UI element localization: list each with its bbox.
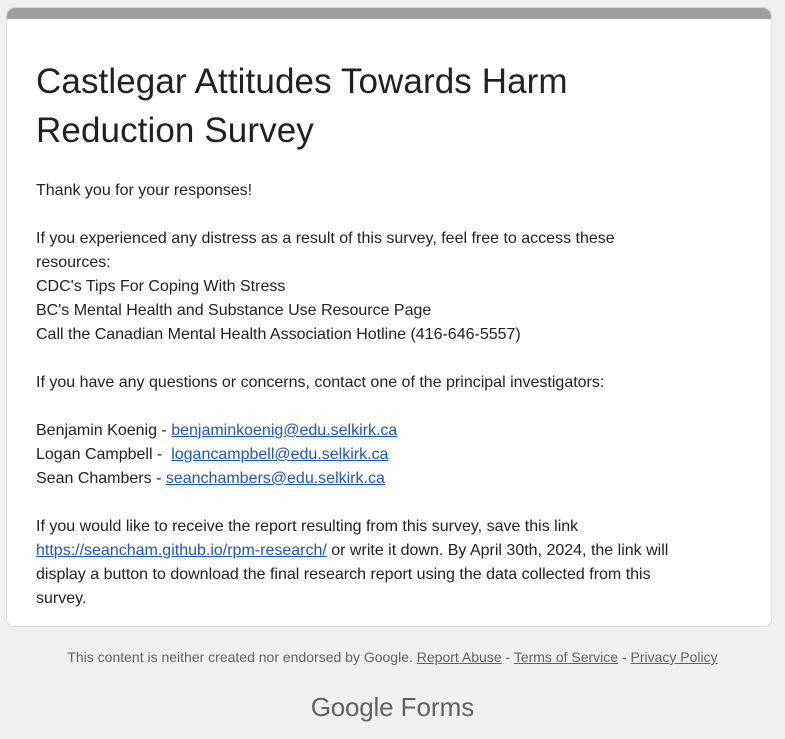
investigator-email-link[interactable]: benjaminkoenig@edu.selkirk.ca [171,422,397,439]
confirmation-card: Castlegar Attitudes Towards Harm Reductio… [6,7,772,627]
report-abuse-link[interactable]: Report Abuse [417,649,502,665]
thanks-text: Thank you for your responses! [36,182,253,199]
investigator-name: Logan Campbell - [36,446,172,463]
form-title-line-1: Castlegar Attitudes Towards Harm [36,62,568,101]
distress-intro-line-1: If you experienced any distress as a res… [36,230,615,247]
distress-intro-line-2: resources: [36,254,111,271]
report-link[interactable]: https://seancham.github.io/rpm-research/ [36,542,327,559]
form-title-line-2: Reduction Survey [36,111,314,150]
card-header-bar [7,8,771,19]
footer-separator: - [501,649,514,665]
investigator-row: Benjamin Koenig - benjaminkoenig@edu.sel… [36,419,742,443]
investigator-email-link[interactable]: logancampbell@edu.selkirk.ca [171,446,388,463]
report-line-1: If you would like to receive the report … [36,518,579,535]
investigator-row: Logan Campbell - logancampbell@edu.selki… [36,443,742,467]
form-title: Castlegar Attitudes Towards Harm Reductio… [36,57,742,155]
investigator-row: Sean Chambers - seanchambers@edu.selkirk… [36,467,742,491]
resource-hotline: Call the Canadian Mental Health Associat… [36,326,521,343]
privacy-policy-link[interactable]: Privacy Policy [631,649,718,665]
investigator-name: Benjamin Koenig - [36,422,172,439]
footer-disclaimer: This content is neither created nor endo… [0,648,785,666]
investigator-name: Sean Chambers - [36,470,166,487]
investigator-email-link[interactable]: seanchambers@edu.selkirk.ca [166,470,385,487]
resource-cdc: CDC's Tips For Coping With Stress [36,278,286,295]
report-line-3: display a button to download the final r… [36,566,651,583]
questions-intro: If you have any questions or concerns, c… [36,374,605,391]
report-after-link: or write it down. By April 30th, 2024, t… [326,542,669,559]
report-line-4: survey. [36,590,87,607]
footer-separator: - [618,649,631,665]
distress-intro: If you experienced any distress as a res… [36,227,742,275]
terms-of-service-link[interactable]: Terms of Service [514,649,618,665]
resource-bc: BC's Mental Health and Substance Use Res… [36,302,432,319]
disclaimer-text: This content is neither created nor endo… [67,649,413,665]
report-paragraph: If you would like to receive the report … [36,515,742,611]
confirmation-message: Thank you for your responses! If you exp… [36,179,742,611]
google-forms-logo[interactable]: Google Forms [0,690,785,724]
brand-forms-text: Forms [400,692,475,722]
card-content: Castlegar Attitudes Towards Harm Reductio… [7,57,771,611]
brand-google-text: Google [310,692,394,722]
